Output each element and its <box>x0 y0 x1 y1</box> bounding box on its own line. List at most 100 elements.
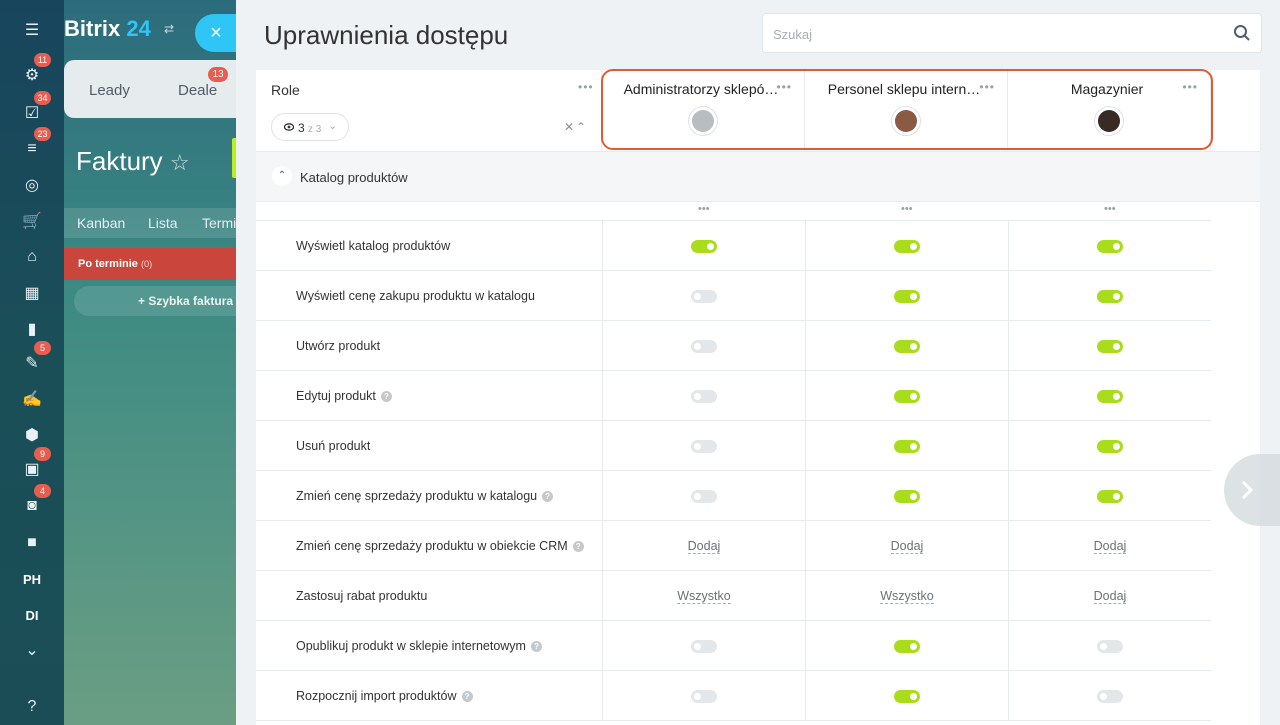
robot-icon[interactable]: ◙ 4 <box>20 484 51 518</box>
help-icon[interactable]: ? <box>572 540 584 552</box>
permission-toggle[interactable] <box>691 339 717 353</box>
quick-invoice-button[interactable]: + Szybka faktura <box>74 286 240 316</box>
permission-toggle[interactable] <box>691 289 717 303</box>
analytics-icon[interactable]: ▮ <box>20 317 44 341</box>
tab-leady[interactable]: Leady <box>89 82 130 99</box>
permission-name: Zmień cenę sprzedaży produktu w katalogu… <box>296 471 586 521</box>
more-icon[interactable]: ⌄ <box>20 638 44 662</box>
permission-toggle[interactable] <box>1097 639 1123 653</box>
sidebar-item-glyph: ⌄ <box>25 642 39 659</box>
permission-cell <box>1008 221 1211 271</box>
permission-dropdown[interactable]: Dodaj <box>687 539 721 554</box>
settings-toggle-icon[interactable]: ⇄ <box>164 22 174 36</box>
brand-logo[interactable]: Bitrix 24 <box>64 16 151 42</box>
collapse-expand-icon[interactable]: ✕⌃ <box>564 120 588 134</box>
permission-name: Wyświetl katalog produktów <box>296 221 586 271</box>
search-icon[interactable] <box>1233 24 1251 42</box>
permission-dropdown[interactable]: Wszystko <box>677 589 731 604</box>
column-menu-icon[interactable]: ••• <box>698 203 710 215</box>
menu-icon[interactable]: ☰ <box>20 18 44 42</box>
permission-toggle[interactable] <box>894 289 920 303</box>
view-list[interactable]: Lista <box>148 215 178 231</box>
permission-toggle[interactable] <box>691 639 717 653</box>
permission-cell: Wszystko <box>805 571 1008 621</box>
bank-icon[interactable]: ⌂ <box>20 245 44 269</box>
permission-toggle[interactable] <box>691 489 717 503</box>
permission-toggle[interactable] <box>1097 239 1123 253</box>
permission-toggle[interactable] <box>691 389 717 403</box>
permission-toggle[interactable] <box>691 239 717 253</box>
hexagon-icon[interactable]: ⬢ <box>20 423 44 447</box>
permission-row: Rozpocznij import produktów? <box>256 671 1211 721</box>
permission-row: Edytuj produkt? <box>256 371 1211 421</box>
sidebar-item-di[interactable]: DI <box>20 603 44 627</box>
permission-toggle[interactable] <box>691 689 717 703</box>
permission-label: Wyświetl katalog produktów <box>296 238 451 253</box>
permission-dropdown[interactable]: Dodaj <box>1093 589 1127 604</box>
feed-icon[interactable]: ⚙ 11 <box>20 53 51 87</box>
column-menu-icon[interactable]: ••• <box>1104 203 1116 215</box>
search-field[interactable]: Szukaj <box>762 13 1262 53</box>
permission-label: Usuń produkt <box>296 438 371 453</box>
close-slider-button[interactable]: × <box>195 14 237 52</box>
permission-toggle[interactable] <box>894 389 920 403</box>
help-icon[interactable]: ? <box>380 390 392 402</box>
permission-toggle[interactable] <box>894 489 920 503</box>
permission-toggle[interactable] <box>894 339 920 353</box>
permission-dropdown[interactable]: Dodaj <box>890 539 924 554</box>
view-kanban[interactable]: Kanban <box>77 215 125 231</box>
permission-toggle[interactable] <box>691 439 717 453</box>
column-menu-icon[interactable]: ••• <box>901 203 913 215</box>
sidebar-item-glyph: ✎ <box>25 355 39 372</box>
sidebar-item-glyph: ✍ <box>22 391 42 408</box>
permission-cell <box>1008 671 1211 721</box>
star-icon[interactable]: ☆ <box>170 150 190 175</box>
help-icon[interactable]: ? <box>461 690 473 702</box>
chevron-up-icon[interactable]: ⌃ <box>272 166 292 186</box>
permission-toggle[interactable] <box>894 439 920 453</box>
view-deadline[interactable]: Termi <box>202 215 236 231</box>
tab-deale[interactable]: Deale <box>178 82 217 99</box>
role-menu-icon[interactable]: ••• <box>578 80 594 94</box>
permission-toggle[interactable] <box>1097 339 1123 353</box>
sidebar-item-glyph: 🛒 <box>22 213 42 230</box>
permission-toggle[interactable] <box>894 239 920 253</box>
permission-toggle[interactable] <box>1097 389 1123 403</box>
permission-toggle[interactable] <box>1097 289 1123 303</box>
calendar-icon[interactable]: ▦ <box>20 281 44 305</box>
permission-cell <box>602 371 805 421</box>
sidebar-item-ph[interactable]: PH <box>20 567 44 591</box>
sidebar-item-glyph: DI <box>25 607 39 623</box>
cart-icon[interactable]: 🛒 <box>20 209 44 233</box>
section-header[interactable]: ⌃ Katalog produktów <box>256 152 1260 202</box>
sidebar-item-glyph: ⌂ <box>27 248 37 265</box>
permission-toggle[interactable] <box>894 689 920 703</box>
contact-icon[interactable]: ▣ 9 <box>20 447 51 481</box>
permission-cell <box>805 471 1008 521</box>
permission-toggle[interactable] <box>1097 489 1123 503</box>
permission-cell <box>602 671 805 721</box>
sidebar-item-glyph: ■ <box>27 534 37 551</box>
tasks-icon[interactable]: ☑ 34 <box>20 91 51 125</box>
visible-roles-selector[interactable]: 3 z 3 ⌄ <box>271 113 349 141</box>
notification-badge: 9 <box>34 447 51 461</box>
notification-badge: 5 <box>34 341 51 355</box>
help-icon[interactable]: ? <box>530 640 542 652</box>
permission-toggle[interactable] <box>894 639 920 653</box>
permission-row: Wyświetl cenę zakupu produktu w katalogu <box>256 271 1211 321</box>
document-icon[interactable]: ✎ 5 <box>20 341 51 375</box>
permission-toggle[interactable] <box>1097 689 1123 703</box>
quick-invoice-label: + Szybka faktura <box>138 294 234 308</box>
target-icon[interactable]: ◎ <box>20 173 44 197</box>
permission-toggle[interactable] <box>1097 439 1123 453</box>
help-icon[interactable]: ? <box>542 490 554 502</box>
permission-row: Zmień cenę sprzedaży produktu w katalogu… <box>256 471 1211 521</box>
signature-icon[interactable]: ✍ <box>20 387 44 411</box>
crm-icon[interactable]: ≡ 23 <box>20 127 51 161</box>
help-icon[interactable]: ? <box>20 695 44 719</box>
box-icon[interactable]: ■ <box>20 531 44 555</box>
permission-cell <box>602 421 805 471</box>
permission-cell <box>602 321 805 371</box>
permission-dropdown[interactable]: Wszystko <box>880 589 934 604</box>
permission-dropdown[interactable]: Dodaj <box>1093 539 1127 554</box>
